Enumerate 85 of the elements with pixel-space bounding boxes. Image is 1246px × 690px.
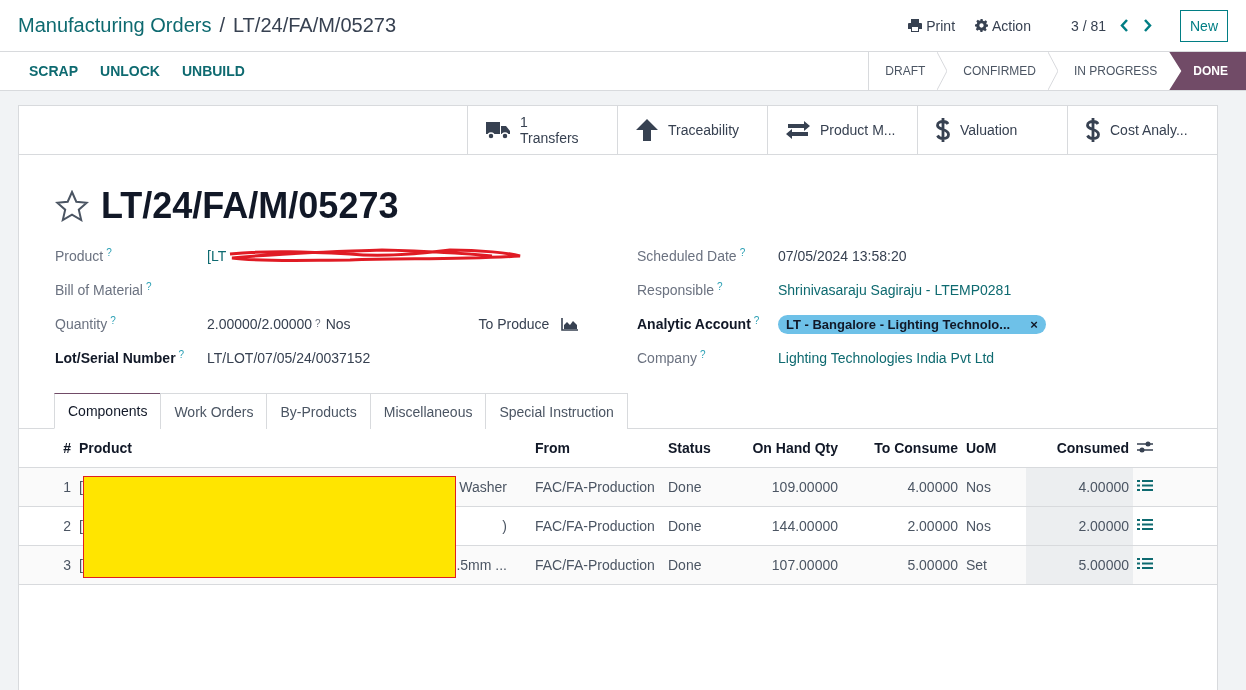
column-header[interactable]: Product xyxy=(75,429,531,468)
field-label: Responsible xyxy=(637,282,715,298)
table-cell: 3 xyxy=(19,545,75,585)
notebook-tab[interactable]: By-Products xyxy=(266,393,371,429)
field-label: Bill of Material xyxy=(55,282,143,298)
table-cell: Washer xyxy=(459,479,507,495)
table-cell: Done xyxy=(664,506,734,546)
breadcrumb-current: LT/24/FA/M/05273 xyxy=(233,14,397,37)
table-cell: 107.00000 xyxy=(734,545,842,585)
table-cell: 1 xyxy=(19,467,75,507)
table-cell: 2.00000 xyxy=(1026,506,1133,546)
status-step-current[interactable]: DONE xyxy=(1169,52,1246,90)
table-cell: [ xyxy=(79,557,83,573)
field-link[interactable]: Lighting Technologies India Pvt Ltd xyxy=(778,350,995,366)
field-label: Analytic Account xyxy=(637,316,751,332)
field-label: Company xyxy=(637,350,697,366)
field-value: 07/05/2024 13:58:20 xyxy=(778,248,907,264)
pager-counter: 3 / 81 xyxy=(1070,17,1106,34)
detail-list-icon[interactable] xyxy=(1137,518,1153,531)
column-header[interactable]: On Hand Qty xyxy=(734,429,842,468)
analytic-account-tag: LT - Bangalore - Lighting Technolo... × xyxy=(778,314,1046,334)
table-cell: 2.00000 xyxy=(842,506,962,546)
field-label: Quantity xyxy=(55,316,108,332)
area-chart-icon[interactable] xyxy=(561,317,579,331)
printer-icon xyxy=(908,19,923,32)
column-header[interactable]: UoM xyxy=(962,429,1026,468)
notebook-tab[interactable]: Special Instruction xyxy=(485,393,628,429)
field-link[interactable]: Shrinivasaraju Sagiraju - LTEMP0281 xyxy=(778,282,1012,298)
next-icon[interactable] xyxy=(1143,19,1152,32)
to-produce-label: To Produce xyxy=(478,316,550,332)
action-button[interactable]: Action xyxy=(969,17,1037,34)
field-label: Scheduled Date xyxy=(637,248,737,264)
new-button[interactable]: New xyxy=(1180,9,1228,42)
table-cell: ) xyxy=(502,518,507,534)
notebook-tab[interactable]: Work Orders xyxy=(160,393,268,429)
arrow-up-icon xyxy=(636,119,658,141)
column-settings-icon[interactable] xyxy=(1137,439,1153,454)
field-value: LT/LOT/07/05/24/0037152 xyxy=(207,350,371,366)
action-bar-button[interactable]: UNLOCK xyxy=(89,63,171,79)
column-header[interactable]: From xyxy=(531,429,664,468)
notebook-tab[interactable]: Miscellaneous xyxy=(369,393,487,429)
detail-list-icon[interactable] xyxy=(1137,557,1153,570)
remove-tag-button[interactable]: × xyxy=(1018,316,1038,332)
table-cell: 5.00000 xyxy=(1026,545,1133,585)
table-cell: [ xyxy=(79,518,83,534)
table-cell: FAC/FA-Production xyxy=(531,467,664,507)
table-cell: 144.00000 xyxy=(734,506,842,546)
swap-arrows-icon xyxy=(786,121,810,139)
column-header[interactable]: # xyxy=(19,429,75,468)
record-title: LT/24/FA/M/05273 xyxy=(101,185,399,227)
table-cell: [ xyxy=(79,479,83,495)
table-cell: 4.00000 xyxy=(842,467,962,507)
previous-icon[interactable] xyxy=(1120,19,1129,32)
star-icon[interactable] xyxy=(55,190,89,222)
table-cell: Done xyxy=(664,545,734,585)
quantity-value: 2.00000/2.00000 xyxy=(207,316,313,332)
detail-list-icon[interactable] xyxy=(1137,479,1153,492)
breadcrumb-separator: / xyxy=(219,14,225,37)
field-label: Product xyxy=(55,248,104,264)
table-cell: FAC/FA-Production xyxy=(531,545,664,585)
column-header[interactable]: To Consume xyxy=(842,429,962,468)
table-cell: .5mm ... xyxy=(456,557,507,573)
column-header[interactable]: Status xyxy=(664,429,734,468)
truck-icon xyxy=(486,120,510,140)
notebook-tab[interactable]: Components xyxy=(54,393,162,429)
table-cell: 4.00000 xyxy=(1026,467,1133,507)
smart-button-label: Transfers xyxy=(520,130,579,146)
table-cell: 2 xyxy=(19,506,75,546)
action-bar-button[interactable]: SCRAP xyxy=(18,63,89,79)
action-bar-button[interactable]: UNBUILD xyxy=(170,63,256,79)
table-cell: 109.00000 xyxy=(734,467,842,507)
column-header[interactable]: Consumed xyxy=(1026,429,1133,468)
print-button[interactable]: Print xyxy=(902,17,962,34)
table-cell: 5.00000 xyxy=(842,545,962,585)
table-cell: Done xyxy=(664,467,734,507)
smart-button-count: 1 xyxy=(520,114,529,130)
dollar-icon xyxy=(1086,117,1100,143)
dollar-icon xyxy=(936,117,950,143)
table-cell: FAC/FA-Production xyxy=(531,506,664,546)
unit-value: Nos xyxy=(325,316,351,332)
breadcrumb-link[interactable]: Manufacturing Orders xyxy=(18,14,212,37)
field-label: Lot/Serial Number xyxy=(55,350,176,366)
gear-icon xyxy=(975,19,989,32)
product-link[interactable]: [LT xyxy=(207,248,227,264)
help-mark[interactable]: ? xyxy=(315,319,321,329)
